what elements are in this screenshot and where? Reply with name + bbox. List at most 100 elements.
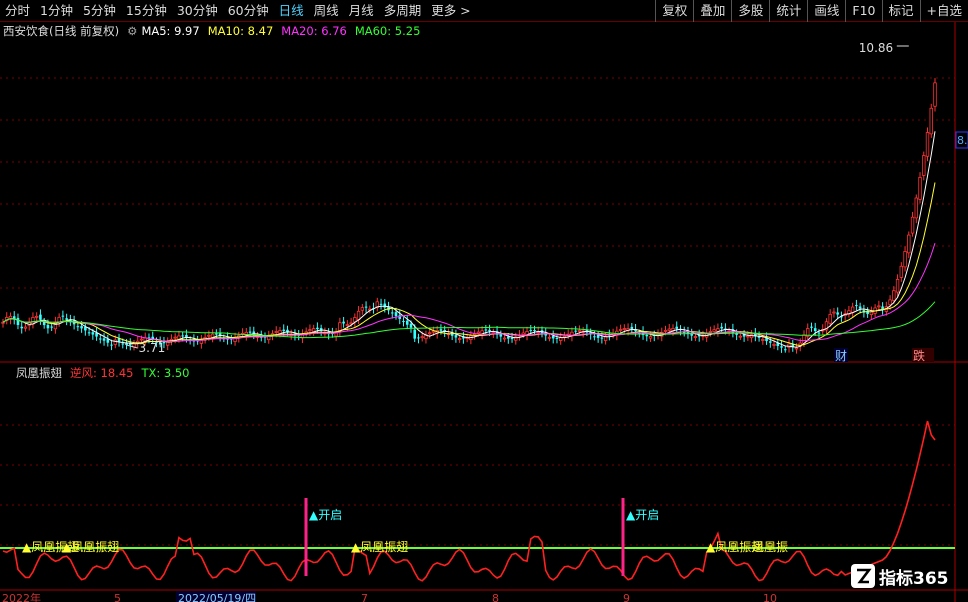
candle-body-up bbox=[577, 330, 582, 332]
candle-body-down bbox=[91, 332, 95, 335]
candle-body-up bbox=[139, 338, 144, 341]
candle-body-up bbox=[360, 307, 365, 311]
candle-body-down bbox=[510, 338, 514, 340]
candle-body-down bbox=[87, 332, 91, 334]
candle-body-down bbox=[402, 321, 405, 323]
candle-body-down bbox=[390, 312, 394, 314]
candle-body-up bbox=[622, 328, 627, 330]
candle-body-down bbox=[690, 334, 694, 336]
candle-body-up bbox=[708, 331, 713, 333]
open-signal-label: ▲开启 bbox=[626, 508, 659, 522]
candle-body-up bbox=[23, 326, 28, 329]
candle-body-down bbox=[316, 327, 319, 330]
candle-body-up bbox=[712, 329, 716, 332]
candle-body-up bbox=[274, 331, 278, 333]
high-price-label: 10.86 bbox=[859, 41, 893, 55]
candle-body-up bbox=[356, 310, 361, 320]
candle-body-down bbox=[409, 323, 413, 328]
candle-body-up bbox=[772, 343, 776, 346]
candle-body-up bbox=[476, 331, 481, 334]
candle-body-down bbox=[405, 320, 409, 325]
candle-body-down bbox=[102, 338, 106, 341]
date-axis-label: 9 bbox=[623, 592, 630, 602]
candle-body-down bbox=[769, 341, 772, 343]
candle-body-up bbox=[828, 313, 832, 324]
candle-body-up bbox=[925, 132, 930, 157]
low-price-pointer bbox=[126, 344, 138, 349]
candle-body-down bbox=[555, 337, 559, 339]
candle-body-up bbox=[922, 155, 926, 176]
watermark-text: 指标365 bbox=[879, 568, 949, 589]
candle-body-up bbox=[761, 339, 765, 341]
candle-body-down bbox=[499, 334, 503, 337]
candle-body-up bbox=[1, 321, 5, 324]
candle-body-up bbox=[914, 197, 918, 219]
candle-body-up bbox=[899, 265, 904, 278]
date-axis-label: 2022年 bbox=[2, 591, 41, 602]
candle-body-down bbox=[50, 326, 53, 328]
candle-body-down bbox=[484, 329, 488, 331]
kline-chart-canvas[interactable]: ▲开启 ▲开启▲凤凰振翅▲凤凰振翅 ▲凤凰振翅 ▲凤凰振翅凤凰振 10.863.718… bbox=[0, 0, 968, 602]
candle-body-up bbox=[648, 336, 653, 339]
candle-body-down bbox=[600, 337, 604, 339]
candle-body-down bbox=[645, 334, 649, 337]
ma10-line bbox=[2, 182, 936, 346]
candle-body-up bbox=[794, 347, 799, 350]
chart-labels: 10.86 3.71 8.1 财 跌 2022年 5 2022/05/19/四 7 8 9 10 bbox=[2, 41, 968, 602]
candle-body-down bbox=[810, 326, 813, 328]
date-axis-label: 8 bbox=[492, 592, 499, 602]
candle-body-up bbox=[918, 177, 922, 200]
finance-event-label: 财 bbox=[835, 349, 847, 363]
candle-body-down bbox=[529, 329, 533, 331]
candle-body-down bbox=[866, 310, 869, 315]
candle-body-up bbox=[663, 330, 668, 332]
candle-body-up bbox=[746, 335, 750, 338]
candle-body-down bbox=[16, 317, 20, 325]
candle-body-down bbox=[439, 329, 443, 331]
candle-body-down bbox=[574, 330, 577, 332]
candle-body-up bbox=[869, 311, 874, 315]
watermark-logo-icon bbox=[851, 564, 875, 588]
candle-body-down bbox=[507, 336, 510, 339]
candle-body-up bbox=[877, 305, 881, 308]
candle-body-up bbox=[933, 82, 937, 107]
fenghuang-signal-label: ▲凤凰振翅 bbox=[351, 539, 408, 554]
open-signal-label: ▲开启 bbox=[309, 508, 342, 522]
candle-body-up bbox=[693, 336, 698, 338]
candle-body-up bbox=[427, 332, 432, 335]
candle-body-down bbox=[593, 336, 596, 338]
candle-body-down bbox=[855, 305, 858, 307]
candle-body-down bbox=[488, 329, 491, 332]
candle-body-down bbox=[80, 326, 83, 329]
candle-body-down bbox=[110, 344, 113, 346]
date-axis-label: 5 bbox=[114, 592, 121, 602]
candle-body-down bbox=[121, 343, 125, 345]
fenghuang-signal-label: ▲凤凰振翅 bbox=[62, 539, 119, 554]
candle-body-down bbox=[181, 335, 184, 337]
candle-body-down bbox=[858, 306, 862, 309]
candle-body-down bbox=[817, 332, 821, 334]
candle-body-up bbox=[34, 315, 39, 318]
low-price-label: 3.71 bbox=[139, 341, 166, 355]
candle-body-down bbox=[215, 333, 218, 335]
nifeng-line bbox=[2, 420, 936, 582]
candle-body-down bbox=[413, 329, 417, 339]
candle-body-up bbox=[892, 290, 896, 301]
candle-body-up bbox=[57, 316, 61, 323]
candle-body-up bbox=[850, 306, 855, 313]
candle-body-up bbox=[910, 216, 915, 234]
candle-body-up bbox=[888, 299, 892, 306]
candle-body-up bbox=[457, 338, 462, 340]
date-axis-label: 7 bbox=[361, 592, 368, 602]
candle-body-up bbox=[929, 107, 933, 135]
date-axis-label: 10 bbox=[763, 592, 777, 602]
candle-body-down bbox=[76, 326, 80, 328]
candle-body-down bbox=[783, 349, 787, 351]
candle-body-down bbox=[39, 314, 42, 320]
candle-body-up bbox=[345, 324, 350, 327]
candle-body-up bbox=[618, 329, 623, 331]
candle-body-up bbox=[895, 278, 900, 293]
candle-body-up bbox=[349, 322, 353, 325]
candle-body-down bbox=[720, 326, 723, 329]
moving-average-lines bbox=[2, 131, 936, 348]
